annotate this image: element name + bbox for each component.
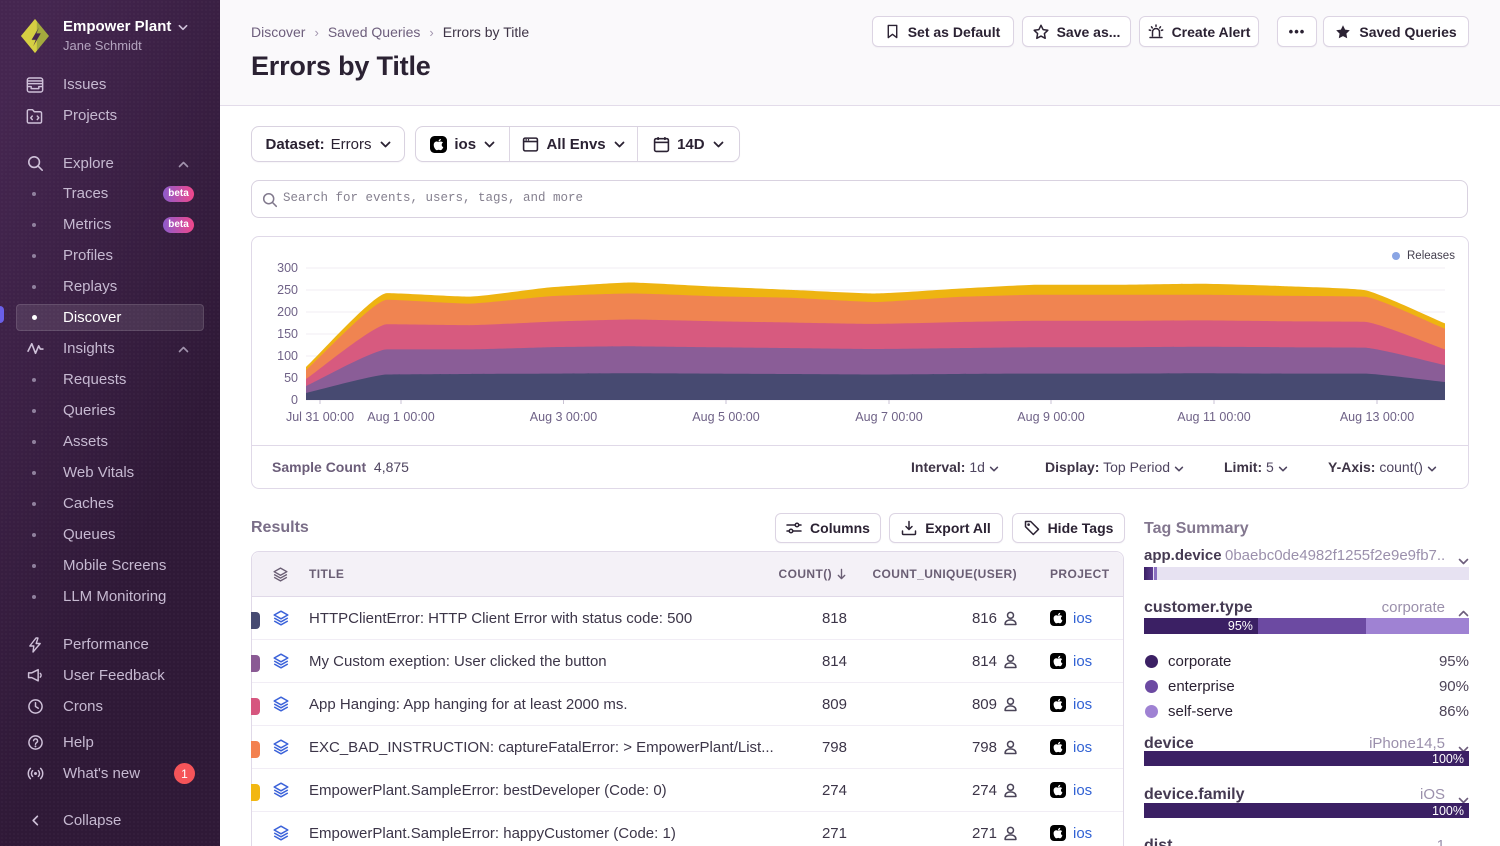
svg-text:Aug 7 00:00: Aug 7 00:00 [855,410,922,424]
svg-text:200: 200 [277,305,298,319]
svg-text:Aug 5 00:00: Aug 5 00:00 [692,410,759,424]
svg-text:Aug 13 00:00: Aug 13 00:00 [1340,410,1414,424]
svg-text:300: 300 [277,261,298,275]
svg-text:Aug 1 00:00: Aug 1 00:00 [367,410,434,424]
svg-text:150: 150 [277,327,298,341]
svg-text:50: 50 [284,371,298,385]
svg-text:100: 100 [277,349,298,363]
svg-text:Aug 3 00:00: Aug 3 00:00 [530,410,597,424]
svg-text:Aug 9 00:00: Aug 9 00:00 [1017,410,1084,424]
svg-text:Jul 31 00:00: Jul 31 00:00 [286,410,354,424]
svg-text:0: 0 [291,393,298,407]
svg-text:Aug 11 00:00: Aug 11 00:00 [1177,410,1250,424]
svg-text:250: 250 [277,283,298,297]
